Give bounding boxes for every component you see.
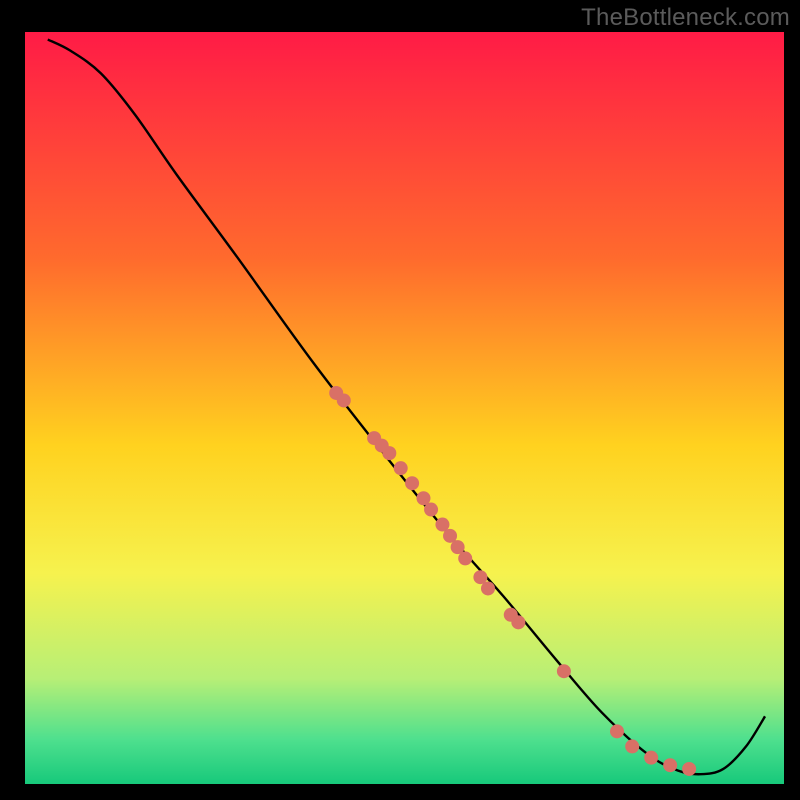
curve-marker [663, 758, 677, 772]
curve-marker [382, 446, 396, 460]
watermark-label: TheBottleneck.com [581, 4, 790, 32]
curve-marker [394, 461, 408, 475]
curve-marker [557, 664, 571, 678]
curve-marker [511, 615, 525, 629]
curve-marker [458, 551, 472, 565]
curve-marker [424, 503, 438, 517]
chart-background [25, 32, 784, 784]
bottleneck-chart [0, 0, 800, 800]
curve-marker [625, 739, 639, 753]
curve-marker [405, 476, 419, 490]
curve-marker [644, 751, 658, 765]
curve-marker [337, 393, 351, 407]
curve-marker [610, 724, 624, 738]
curve-marker [682, 762, 696, 776]
curve-marker [481, 581, 495, 595]
